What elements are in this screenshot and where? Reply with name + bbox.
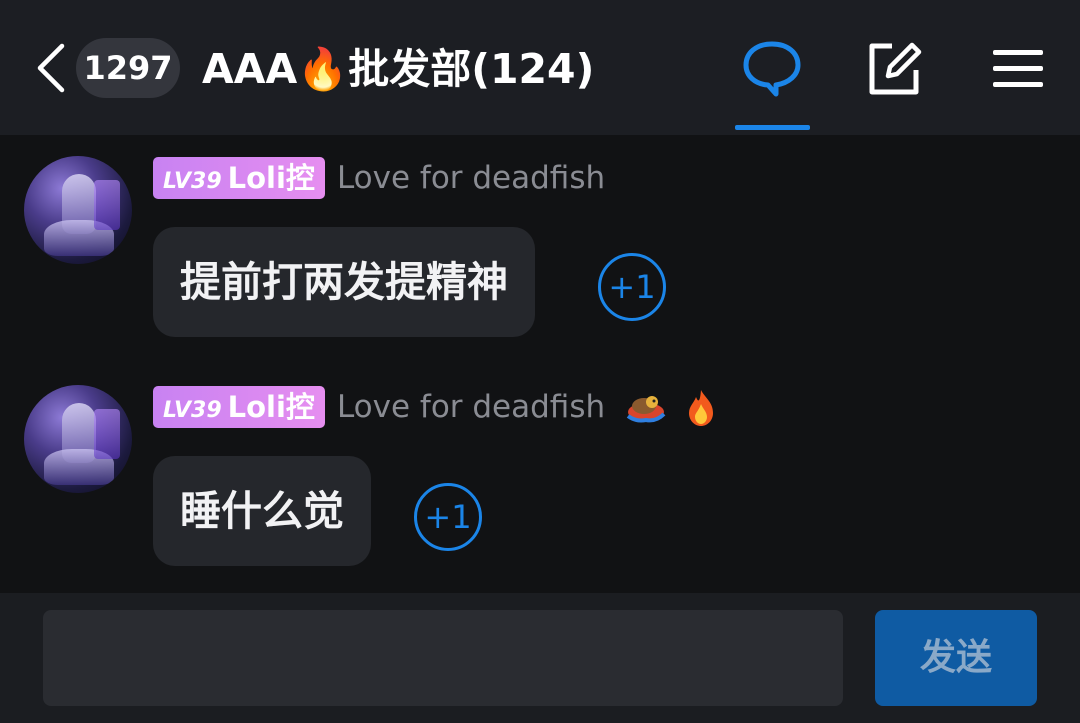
group-title: AAA🔥批发部(124) xyxy=(202,45,595,93)
username[interactable]: Love for deadfish xyxy=(337,386,605,428)
title-badge-text: Loli控 xyxy=(227,161,315,195)
avatar[interactable] xyxy=(24,156,132,264)
avatar[interactable] xyxy=(24,385,132,493)
unread-count-badge[interactable]: 1297 xyxy=(76,38,180,98)
message-input[interactable] xyxy=(43,610,843,706)
level-badge: LV39 Loli控 xyxy=(153,157,325,199)
fire-icon xyxy=(689,390,714,426)
level-badge: LV39 Loli控 xyxy=(153,386,325,428)
username[interactable]: Love for deadfish xyxy=(337,157,605,199)
menu-icon[interactable] xyxy=(988,38,1048,98)
sender-row: LV39 Loli控 Love for deadfish xyxy=(153,386,717,430)
composer-bar: 发送 xyxy=(0,593,1080,723)
dragon-icon xyxy=(627,396,666,423)
message-bubble[interactable]: 睡什么觉 xyxy=(153,456,371,566)
level-text: LV39 xyxy=(163,169,222,194)
plus-one-button[interactable]: +1 xyxy=(414,483,482,551)
send-button[interactable]: 发送 xyxy=(875,610,1037,706)
level-text: LV39 xyxy=(163,398,222,423)
sender-row: LV39 Loli控 Love for deadfish xyxy=(153,157,605,201)
chat-header: 1297 AAA🔥批发部(124) xyxy=(0,0,1080,135)
active-tab-indicator xyxy=(735,125,810,130)
title-badge-text: Loli控 xyxy=(227,390,315,424)
chat-bubble-icon[interactable] xyxy=(742,38,802,98)
plus-one-button[interactable]: +1 xyxy=(598,253,666,321)
chevron-left-icon[interactable] xyxy=(30,40,70,96)
message-bubble[interactable]: 提前打两发提精神 xyxy=(153,227,535,337)
edit-icon[interactable] xyxy=(864,38,924,98)
